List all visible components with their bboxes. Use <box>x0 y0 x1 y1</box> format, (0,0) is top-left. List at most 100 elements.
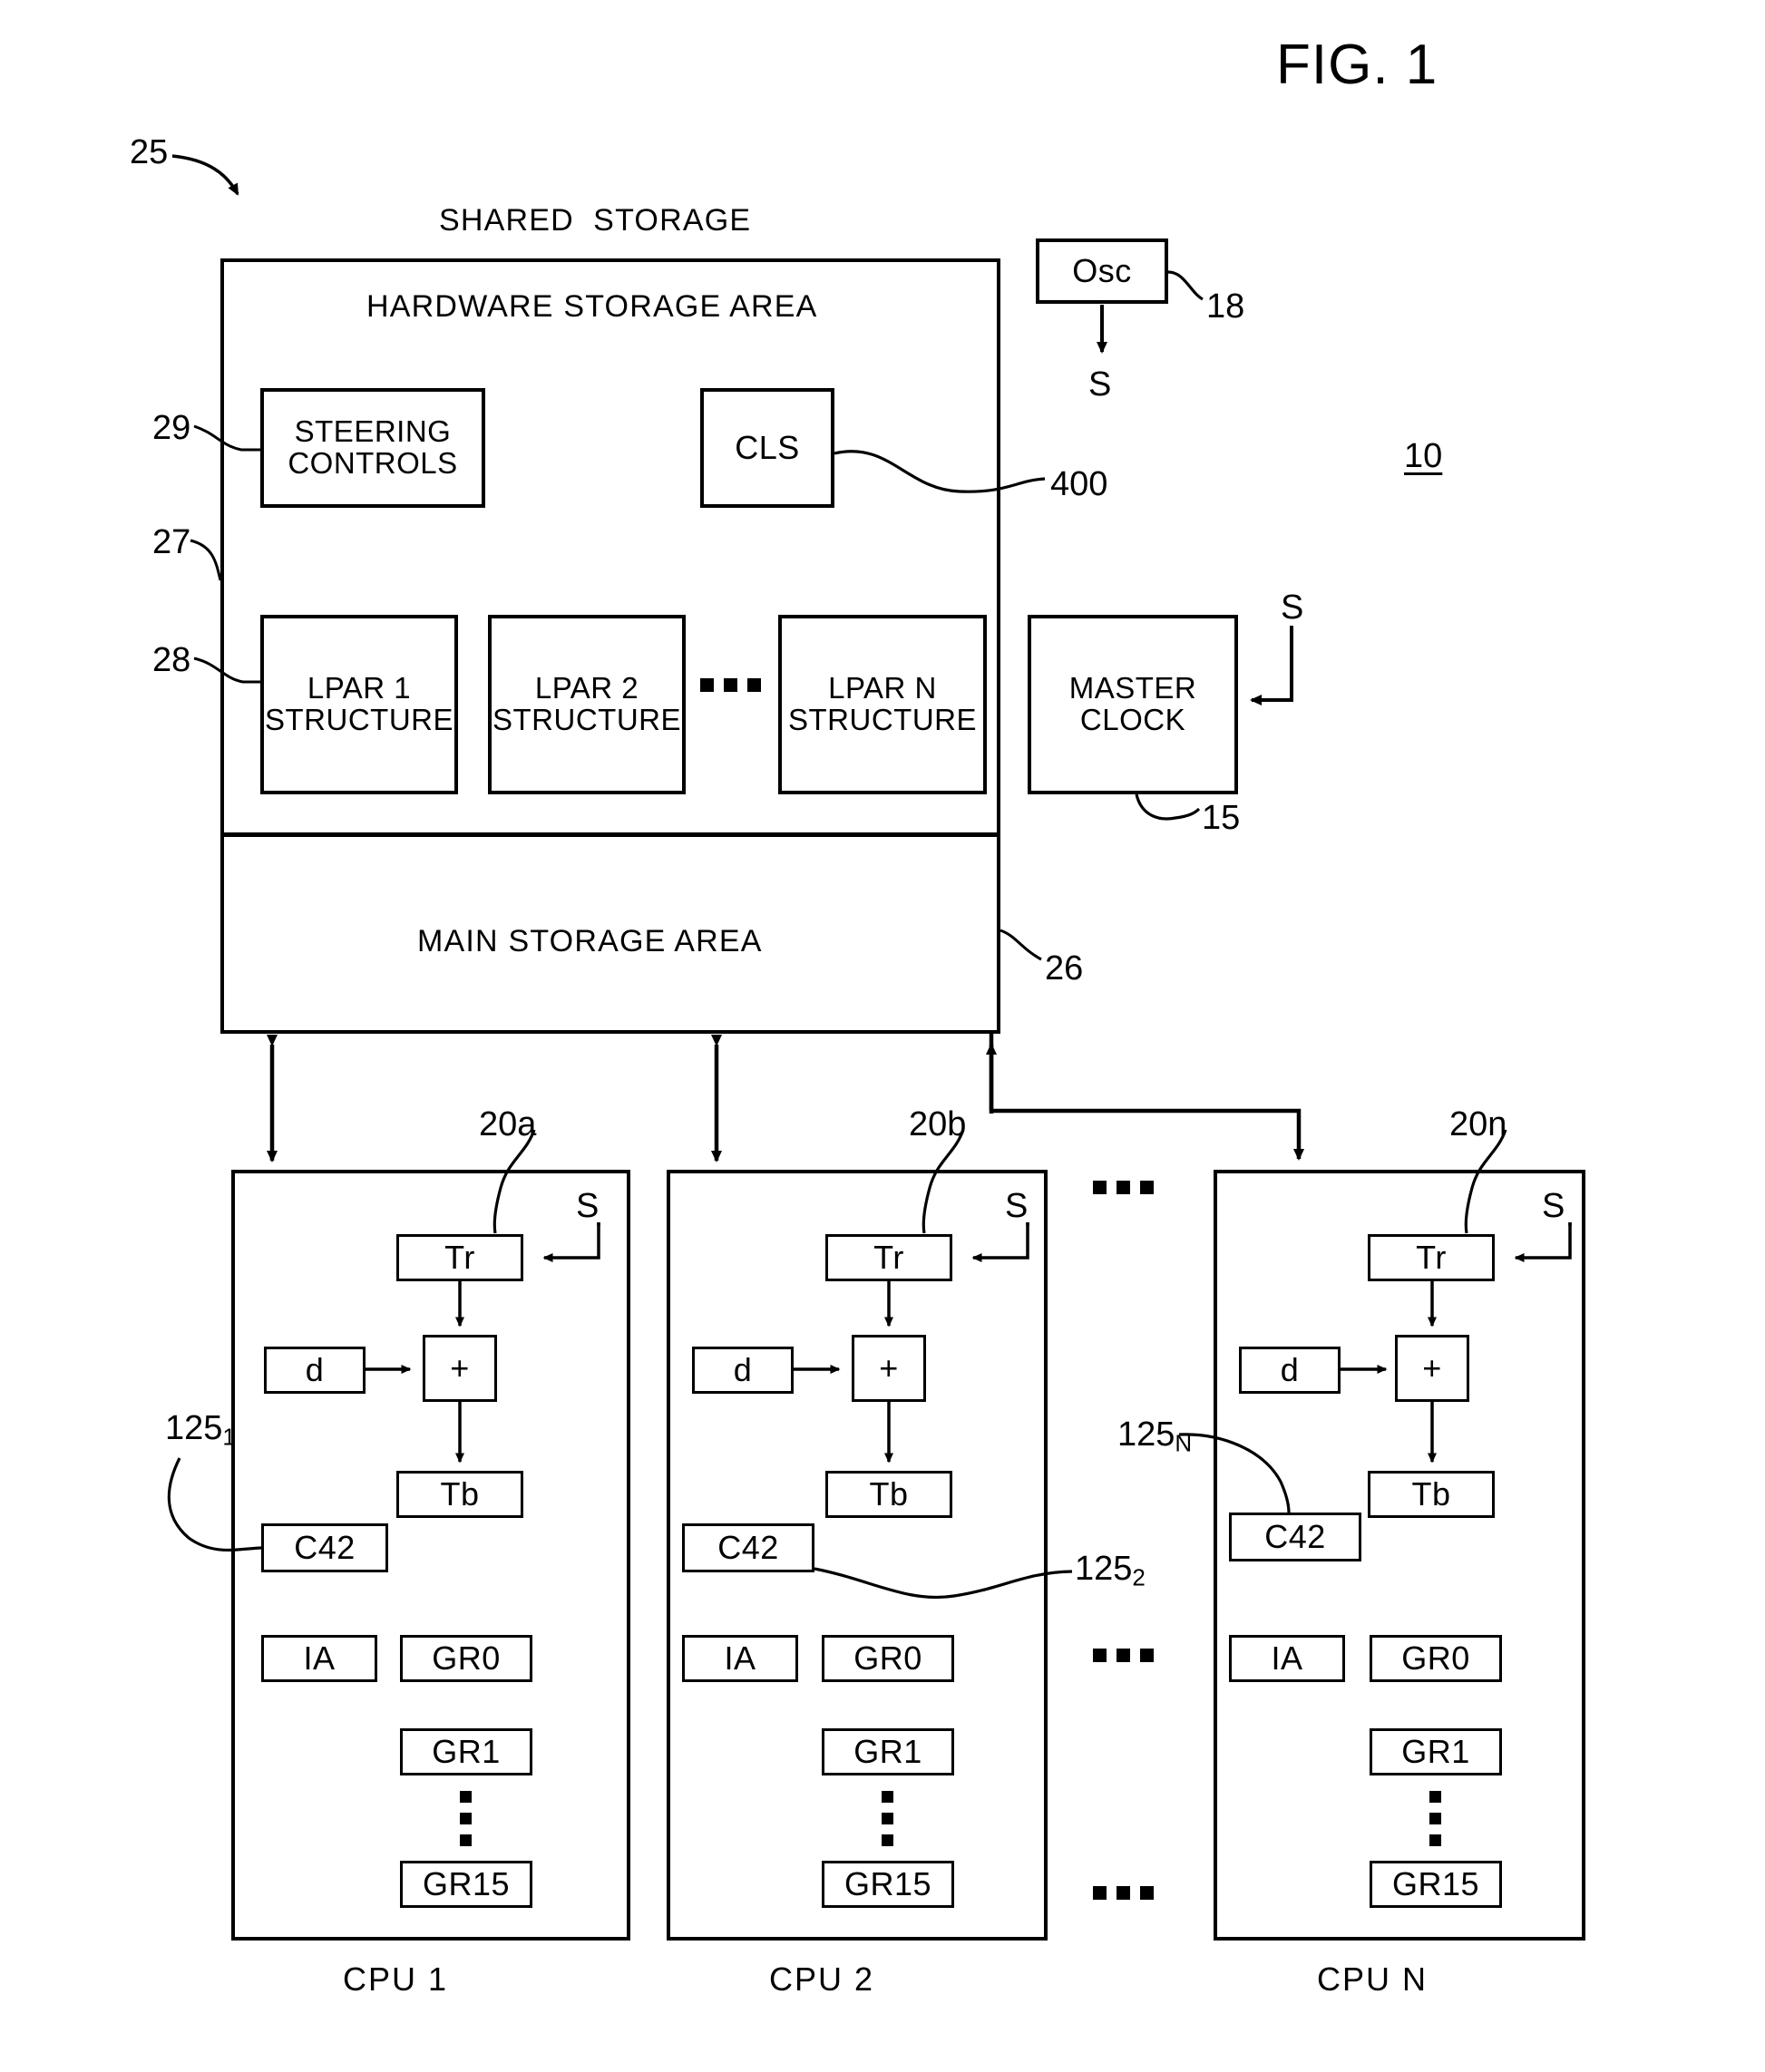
cpu-2-c42-ref-125-2: 1252 <box>1075 1550 1146 1590</box>
cpu-2-gr-ellipsis <box>882 1791 893 1846</box>
lpar-2-line1: LPAR 2 <box>534 671 639 705</box>
cpu-2-adder-box: + <box>852 1335 926 1402</box>
leader-15 <box>1135 793 1201 821</box>
cpu-2-d-label: d <box>733 1351 753 1389</box>
oscillator-signal-s: S <box>1088 365 1112 404</box>
cpu-1-gr1-box: GR1 <box>400 1728 532 1775</box>
hardware-storage-area-label: HARDWARE STORAGE AREA <box>366 289 818 324</box>
cpu-n-c42-ref-125-n: 125N <box>1117 1415 1193 1457</box>
cpu-n-gr15-label: GR15 <box>1391 1865 1480 1903</box>
storage-area-divider <box>222 832 999 837</box>
cpu-1-tr-box: Tr <box>396 1234 523 1281</box>
cpu-n-c42-ref-sub: N <box>1175 1429 1193 1457</box>
cpu-1-gr-ellipsis <box>460 1791 472 1846</box>
cpu-1-c42-box: C42 <box>261 1523 388 1572</box>
main-storage-area-label: MAIN STORAGE AREA <box>417 924 763 958</box>
cpu-2-ia-box: IA <box>682 1635 798 1682</box>
cpu-row-middle-ellipsis <box>1093 1649 1154 1662</box>
cpu-2-signal-s: S <box>1005 1187 1029 1225</box>
cpu-n-adder-label: + <box>1422 1349 1442 1387</box>
s-to-master-clock-arrow <box>1250 626 1293 705</box>
cpu-n-ia-label: IA <box>1271 1639 1303 1678</box>
cpu-1-caption: CPU 1 <box>343 1960 449 1998</box>
cpu-2-caption: CPU 2 <box>769 1960 875 1998</box>
cpu-n-c42-box: C42 <box>1229 1513 1361 1561</box>
leader-18 <box>1167 270 1204 301</box>
cpu-1-tb-box: Tb <box>396 1471 523 1518</box>
cpu-1-gr15-label: GR15 <box>422 1865 511 1903</box>
cpu-1-adder-box: + <box>423 1335 497 1402</box>
cpu-n-gr-ellipsis <box>1429 1791 1441 1846</box>
ref-26-main-storage-area: 26 <box>1045 949 1084 987</box>
cpu-1-d-label: d <box>305 1351 325 1389</box>
figure-canvas: FIG. 1 10 25 SHARED STORAGE HARDWARE STO… <box>0 0 1765 2072</box>
cpu-row-bottom-ellipsis <box>1093 1886 1154 1900</box>
cpu-n-c42-label: C42 <box>1264 1518 1326 1556</box>
cpu-n-tb-label: Tb <box>1411 1475 1451 1513</box>
cpu-2-tb-box: Tb <box>825 1471 952 1518</box>
cpu-2-c42-label: C42 <box>717 1529 779 1567</box>
cpu-n-caption: CPU N <box>1317 1960 1429 1998</box>
cpu-1-d-box: d <box>264 1347 366 1394</box>
cpu-1-adder-label: + <box>450 1349 470 1387</box>
system-reference-10: 10 <box>1404 437 1443 475</box>
cpu-2-tr-box: Tr <box>825 1234 952 1281</box>
cpu-2-d-box: d <box>692 1347 794 1394</box>
cpu-n-tr-label: Tr <box>1416 1239 1447 1277</box>
steering-controls-line1: STEERING <box>294 414 452 449</box>
steering-controls-box: STEERING CONTROLS <box>260 388 485 508</box>
cpu-n-gr1-label: GR1 <box>1401 1733 1470 1771</box>
lpar-n-structure-box: LPAR N STRUCTURE <box>778 615 987 794</box>
ref-28-lpar-group: 28 <box>152 641 191 679</box>
ref-15-master-clock: 15 <box>1202 799 1241 837</box>
cpu-2-gr15-label: GR15 <box>843 1865 932 1903</box>
shared-storage-caption: SHARED STORAGE <box>439 203 752 238</box>
cpu-n-ia-box: IA <box>1229 1635 1345 1682</box>
leader-27 <box>190 539 222 581</box>
oscillator-label: Osc <box>1072 252 1132 290</box>
ref-18-oscillator: 18 <box>1206 287 1245 326</box>
lpar-1-structure-box: LPAR 1 STRUCTURE <box>260 615 458 794</box>
lpar-n-line2: STRUCTURE <box>788 703 977 736</box>
master-clock-line1: MASTER <box>1068 671 1197 705</box>
cpu-1-gr0-box: GR0 <box>400 1635 532 1682</box>
masterclock-to-cpun-bus <box>991 1108 1304 1161</box>
lpar-2-line2: STRUCTURE <box>492 703 681 736</box>
cpu-2-tr-label: Tr <box>873 1239 904 1277</box>
lpar-2-structure-box: LPAR 2 STRUCTURE <box>488 615 686 794</box>
cpu-1-c42-label: C42 <box>294 1529 356 1567</box>
cpu-1-c42-ref-base: 125 <box>165 1409 223 1447</box>
cpu-n-c42-ref-base: 125 <box>1117 1415 1175 1454</box>
cpu-row-top-ellipsis <box>1093 1181 1154 1194</box>
cpu-2-gr1-box: GR1 <box>822 1728 954 1775</box>
leader-26 <box>1000 929 1042 961</box>
lpar-1-line2: STRUCTURE <box>265 703 453 736</box>
cpu-n-gr0-label: GR0 <box>1401 1639 1470 1678</box>
master-clock-line2: CLOCK <box>1079 703 1186 736</box>
assembly-reference-25: 25 <box>130 133 169 171</box>
oscillator-box: Osc <box>1036 238 1168 304</box>
cpu-1-ref-20a: 20a <box>479 1105 537 1143</box>
cpu-2-gr1-label: GR1 <box>853 1733 922 1771</box>
ref-27-hardware-storage-area: 27 <box>152 523 191 561</box>
cpu-1-tr-label: Tr <box>444 1239 475 1277</box>
cpu-1-gr1-label: GR1 <box>432 1733 501 1771</box>
cpu-n-d-label: d <box>1280 1351 1300 1389</box>
cpu-2-c42-box: C42 <box>682 1523 814 1572</box>
cpu-2-c42-ref-base: 125 <box>1075 1550 1133 1588</box>
cpu-2-tb-label: Tb <box>869 1475 909 1513</box>
cpu-n-signal-s: S <box>1542 1187 1565 1225</box>
cpu-n-gr1-box: GR1 <box>1370 1728 1502 1775</box>
ref-29-steering-controls: 29 <box>152 409 191 447</box>
figure-title: FIG. 1 <box>1276 34 1438 96</box>
cpu-2-ia-label: IA <box>724 1639 756 1678</box>
cpu-n-tr-box: Tr <box>1368 1234 1495 1281</box>
cpu-2-gr15-box: GR15 <box>822 1861 954 1908</box>
cls-label: CLS <box>735 429 800 467</box>
cpu-2-ref-20b: 20b <box>909 1105 967 1143</box>
master-clock-signal-s: S <box>1281 589 1304 627</box>
cpu-1-signal-s: S <box>576 1187 600 1225</box>
lpar-1-line1: LPAR 1 <box>307 671 412 705</box>
cpu-n-gr15-box: GR15 <box>1370 1861 1502 1908</box>
cpu-n-gr0-box: GR0 <box>1370 1635 1502 1682</box>
